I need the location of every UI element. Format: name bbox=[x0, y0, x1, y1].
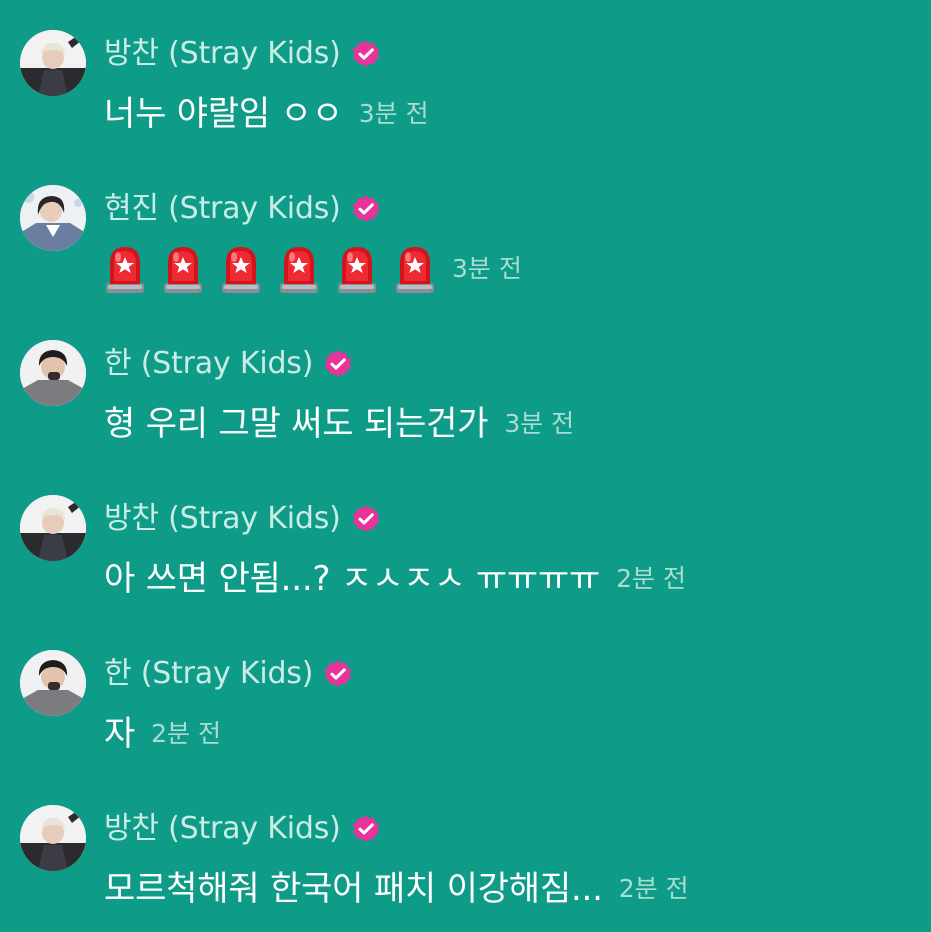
message-text: 너누 야랄임 ㅇㅇ bbox=[104, 94, 343, 134]
message-item: 한 (Stray Kids) 형 우리 그말 써도 되는건가 3분 전 bbox=[0, 310, 931, 444]
message-timestamp: 3분 전 bbox=[452, 254, 522, 283]
verified-badge-icon bbox=[323, 659, 353, 689]
user-avatar-icon bbox=[20, 340, 86, 406]
verified-badge-icon bbox=[351, 194, 381, 224]
message-body: 자 2분 전 bbox=[104, 710, 221, 758]
message-text: 아 쓰면 안됨...? ㅈㅅㅈㅅ ㅠㅠㅠㅠ bbox=[104, 559, 601, 599]
message-timestamp: 2분 전 bbox=[616, 564, 686, 593]
avatar[interactable] bbox=[20, 340, 86, 406]
author-name[interactable]: 한 (Stray Kids) bbox=[104, 654, 313, 694]
verified-badge-icon bbox=[351, 814, 381, 844]
police-siren-emoji-icon bbox=[336, 243, 378, 295]
message-item: 방찬 (Stray Kids) 아 쓰면 안됨...? ㅈㅅㅈㅅ ㅠㅠㅠㅠ 2분… bbox=[0, 465, 931, 599]
police-siren-emoji-icon bbox=[278, 243, 320, 295]
author-name[interactable]: 방찬 (Stray Kids) bbox=[104, 809, 341, 849]
user-avatar-icon bbox=[20, 185, 86, 251]
message-body: 모르척해줘 한국어 패치 이강해짐... 2분 전 bbox=[104, 865, 689, 913]
message-timestamp: 2분 전 bbox=[151, 719, 221, 748]
avatar[interactable] bbox=[20, 185, 86, 251]
message-text: 형 우리 그말 써도 되는건가 bbox=[104, 404, 489, 444]
message-header: 방찬 (Stray Kids) bbox=[104, 809, 381, 849]
police-siren-emoji-icon bbox=[394, 243, 436, 295]
message-body: 3분 전 bbox=[104, 245, 522, 293]
message-item: 한 (Stray Kids) 자 2분 전 bbox=[0, 620, 931, 754]
avatar[interactable] bbox=[20, 805, 86, 871]
author-name[interactable]: 한 (Stray Kids) bbox=[104, 344, 313, 384]
author-name[interactable]: 방찬 (Stray Kids) bbox=[104, 499, 341, 539]
user-avatar-icon bbox=[20, 495, 86, 561]
emoji-row bbox=[104, 243, 436, 295]
verified-badge-icon bbox=[351, 504, 381, 534]
user-avatar-icon bbox=[20, 30, 86, 96]
police-siren-emoji-icon bbox=[162, 243, 204, 295]
message-text: 모르척해줘 한국어 패치 이강해짐... bbox=[104, 869, 603, 909]
message-feed: 방찬 (Stray Kids) 너누 야랄임 ㅇㅇ 3분 전 현진 (Stray… bbox=[0, 0, 931, 932]
message-timestamp: 3분 전 bbox=[358, 99, 429, 128]
message-body: 아 쓰면 안됨...? ㅈㅅㅈㅅ ㅠㅠㅠㅠ 2분 전 bbox=[104, 555, 686, 603]
police-siren-emoji-icon bbox=[104, 243, 146, 295]
avatar[interactable] bbox=[20, 650, 86, 716]
message-body: 형 우리 그말 써도 되는건가 3분 전 bbox=[104, 400, 574, 448]
message-item: 방찬 (Stray Kids) 모르척해줘 한국어 패치 이강해짐... 2분 … bbox=[0, 775, 931, 909]
user-avatar-icon bbox=[20, 650, 86, 716]
avatar[interactable] bbox=[20, 30, 86, 96]
message-item: 현진 (Stray Kids) 3분 전 bbox=[0, 155, 931, 293]
message-header: 현진 (Stray Kids) bbox=[104, 189, 381, 229]
user-avatar-icon bbox=[20, 805, 86, 871]
police-siren-emoji-icon bbox=[220, 243, 262, 295]
avatar[interactable] bbox=[20, 495, 86, 561]
message-item: 방찬 (Stray Kids) 너누 야랄임 ㅇㅇ 3분 전 bbox=[0, 0, 931, 134]
verified-badge-icon bbox=[351, 39, 381, 69]
verified-badge-icon bbox=[323, 349, 353, 379]
message-header: 방찬 (Stray Kids) bbox=[104, 499, 381, 539]
message-header: 방찬 (Stray Kids) bbox=[104, 34, 381, 74]
message-timestamp: 3분 전 bbox=[504, 409, 575, 438]
message-timestamp: 2분 전 bbox=[618, 874, 689, 903]
author-name[interactable]: 방찬 (Stray Kids) bbox=[104, 34, 341, 74]
message-header: 한 (Stray Kids) bbox=[104, 654, 353, 694]
message-header: 한 (Stray Kids) bbox=[104, 344, 353, 384]
message-text: 자 bbox=[104, 714, 136, 754]
author-name[interactable]: 현진 (Stray Kids) bbox=[104, 189, 341, 229]
message-body: 너누 야랄임 ㅇㅇ 3분 전 bbox=[104, 90, 429, 138]
